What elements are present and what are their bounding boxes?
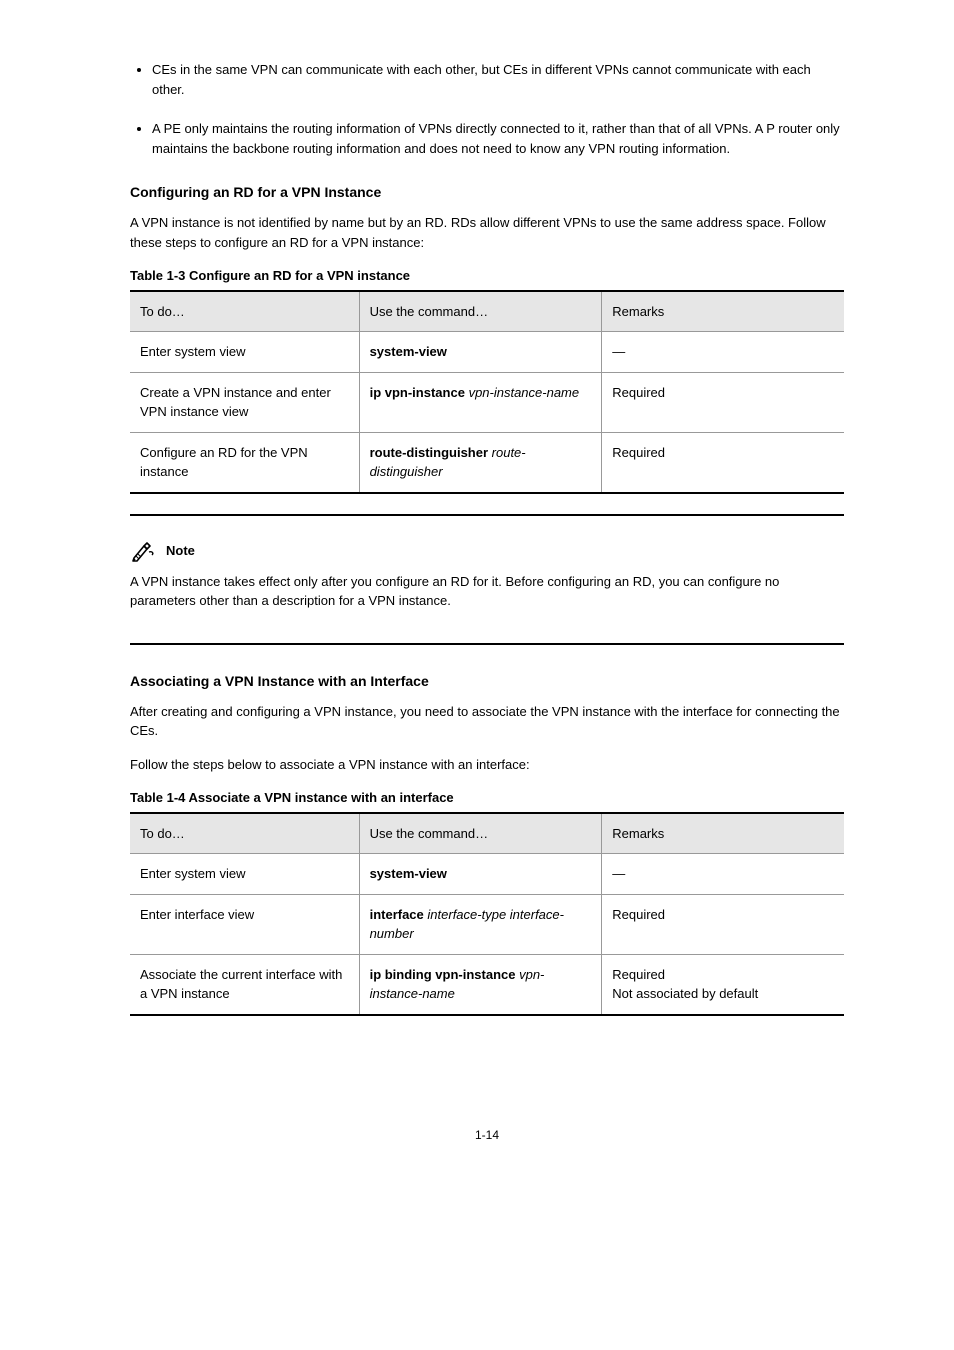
table-caption-configure-rd: Table 1-3 Configure an RD for a VPN inst… [130,266,844,286]
table-associate-interface: To do… Use the command… Remarks Enter sy… [130,812,844,1016]
table-header-cell: Remarks [602,291,844,332]
table-cell: interface interface-type interface-numbe… [359,894,602,954]
table-cell: Enter interface view [130,894,359,954]
table-row: Associate the current interface with a V… [130,954,844,1015]
table-cell: Associate the current interface with a V… [130,954,359,1015]
table-cell: Configure an RD for the VPN instance [130,432,359,493]
table-header-cell: To do… [130,291,359,332]
table-cell: ip vpn-instance vpn-instance-name [359,372,602,432]
table-row: Configure an RD for the VPN instance rou… [130,432,844,493]
document-page: CEs in the same VPN can communicate with… [0,0,954,1350]
table-cell: ip binding vpn-instance vpn-instance-nam… [359,954,602,1015]
table-row: Enter interface view interface interface… [130,894,844,954]
table-cell: system-view [359,332,602,373]
table-cell: — [602,332,844,373]
table-caption-associate-interface: Table 1-4 Associate a VPN instance with … [130,788,844,808]
page-number: 1-14 [130,1126,844,1144]
note-block: Note A VPN instance takes effect only af… [130,514,844,645]
table-cell: Enter system view [130,854,359,895]
table-cell: — [602,854,844,895]
table-header-cell: Use the command… [359,291,602,332]
table-configure-rd: To do… Use the command… Remarks Enter sy… [130,290,844,494]
table-cell: Enter system view [130,332,359,373]
table-header-cell: Remarks [602,813,844,854]
table-cell: RequiredNot associated by default [602,954,844,1015]
table-row: Create a VPN instance and enter VPN inst… [130,372,844,432]
note-text: A VPN instance takes effect only after y… [130,572,844,611]
table-cell: route-distinguisher route-distinguisher [359,432,602,493]
table-cell: Required [602,432,844,493]
section-heading-associate-interface: Associating a VPN Instance with an Inter… [130,671,844,692]
note-label: Note [166,541,195,561]
note-header: Note [130,540,844,562]
section-body-configure-rd: A VPN instance is not identified by name… [130,213,844,252]
section-heading-configure-rd: Configuring an RD for a VPN Instance [130,182,844,203]
bullet-item: CEs in the same VPN can communicate with… [152,60,844,99]
intro-bullet-list: CEs in the same VPN can communicate with… [130,60,844,158]
bullet-item: A PE only maintains the routing informat… [152,119,844,158]
table-cell: system-view [359,854,602,895]
table-cell: Required [602,894,844,954]
table-cell: Create a VPN instance and enter VPN inst… [130,372,359,432]
table-header-cell: Use the command… [359,813,602,854]
table-header-cell: To do… [130,813,359,854]
section-para-2: Follow the steps below to associate a VP… [130,755,844,775]
table-cell: Required [602,372,844,432]
section-para-1: After creating and configuring a VPN ins… [130,702,844,741]
table-row: Enter system view system-view — [130,854,844,895]
table-row: Enter system view system-view — [130,332,844,373]
note-icon [130,540,158,562]
